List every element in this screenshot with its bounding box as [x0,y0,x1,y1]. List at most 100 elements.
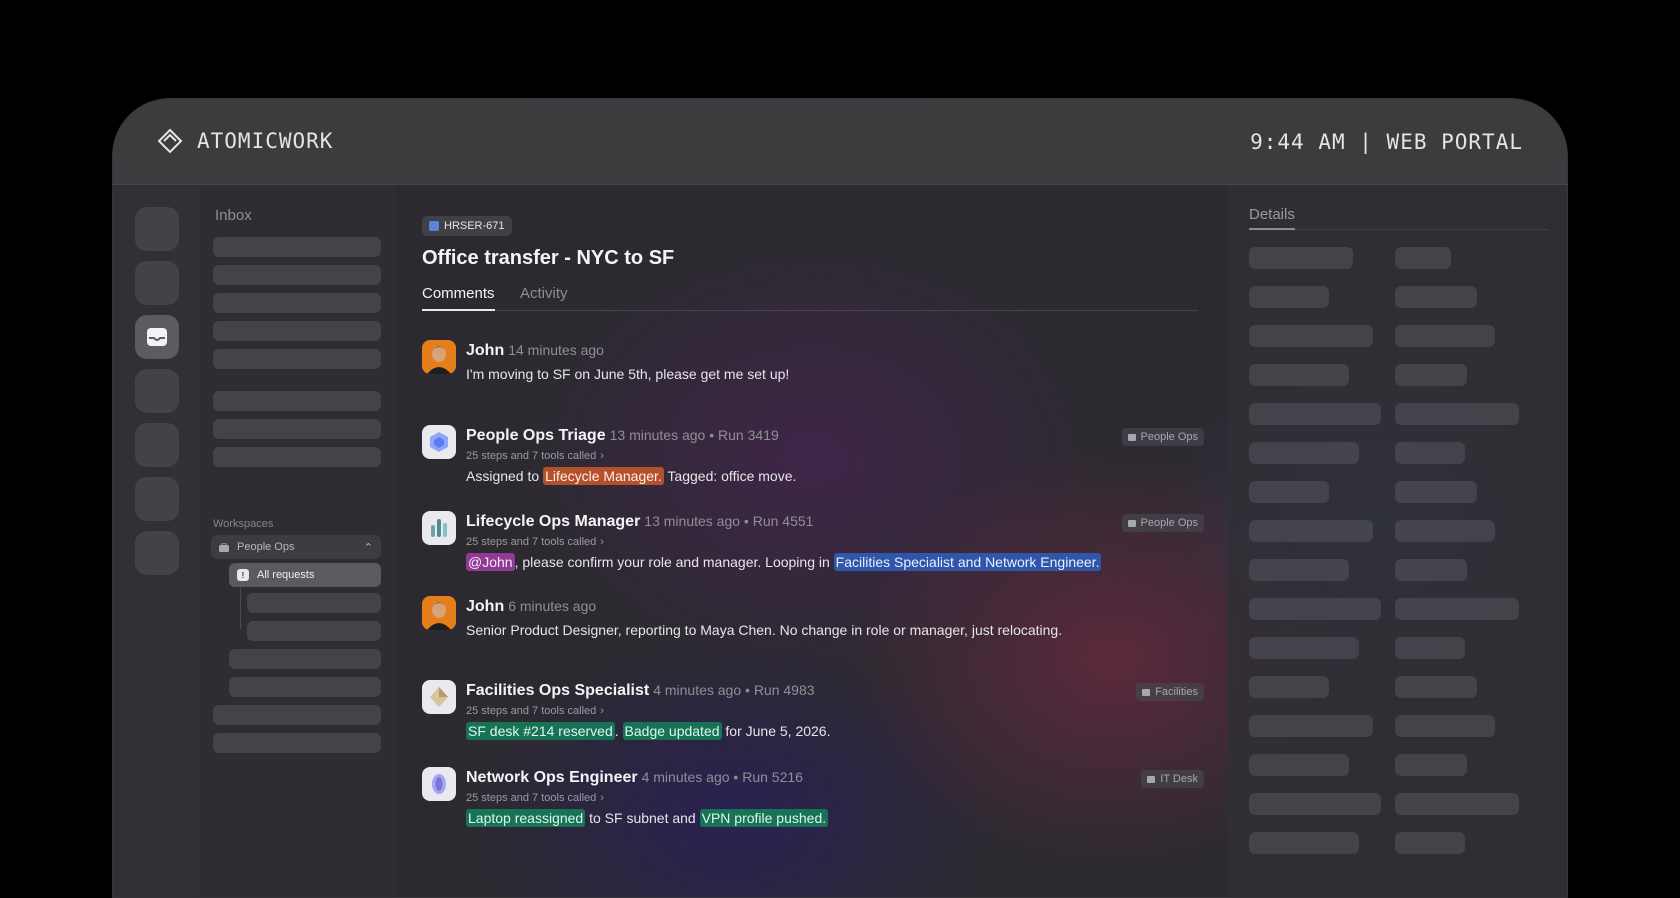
comment-text: @John, please confirm your role and mana… [466,552,1204,572]
briefcase-icon [1147,775,1156,783]
briefcase-icon [219,542,229,552]
agent-gem-icon [430,687,448,707]
details-placeholder-value[interactable] [1395,559,1467,581]
avatar-john[interactable] [422,340,456,374]
comment-author[interactable]: Lifecycle Ops Manager [466,513,640,530]
comment-author[interactable]: John [466,342,504,359]
tab-activity[interactable]: Activity [520,285,568,311]
comment-meta: 14 minutes ago [508,342,604,358]
details-placeholder-label [1249,403,1381,425]
avatar-people-ops-triage[interactable] [422,425,456,459]
inbox-placeholder-row[interactable] [247,621,381,641]
details-divider [1249,229,1549,230]
rail-button-2[interactable] [135,261,179,305]
briefcase-icon [1127,519,1136,527]
rail-button-5[interactable] [135,423,179,467]
comment-author[interactable]: Facilities Ops Specialist [466,682,649,699]
inbox-placeholder-row[interactable] [247,593,381,613]
mention-facilities-network[interactable]: Facilities Specialist and Network Engine… [833,553,1102,571]
chevron-up-icon[interactable]: ⌃ [364,541,373,554]
inbox-placeholder-row[interactable] [213,293,381,313]
details-placeholder-value[interactable] [1395,520,1495,542]
highlight-desk-reserved[interactable]: SF desk #214 reserved [466,722,615,740]
chevron-right-icon: › [600,536,604,548]
inbox-placeholder-row[interactable] [213,237,381,257]
inbox-placeholder-row[interactable] [213,391,381,411]
steps-toggle[interactable]: 25 steps and 7 tools called › [466,449,1204,463]
chevron-right-icon: › [600,450,604,462]
comment-text: Senior Product Designer, reporting to Ma… [466,622,1063,638]
inbox-placeholder-row[interactable] [213,349,381,369]
details-placeholder-value[interactable] [1395,598,1519,620]
inbox-placeholder-row[interactable] [229,649,381,669]
details-placeholder-value[interactable] [1395,403,1519,425]
details-placeholder-value[interactable] [1395,481,1477,503]
steps-toggle[interactable]: 25 steps and 7 tools called › [466,791,1204,805]
workspace-badge: People Ops [1121,428,1204,446]
inbox-placeholder-row[interactable] [229,677,381,697]
highlight-laptop-reassigned[interactable]: Laptop reassigned [466,809,586,827]
steps-toggle[interactable]: 25 steps and 7 tools called › [466,704,1204,718]
inbox-placeholder-row[interactable] [213,705,381,725]
details-placeholder-value[interactable] [1395,793,1519,815]
details-placeholder-value[interactable] [1395,286,1477,308]
comment-author[interactable]: People Ops Triage [466,427,606,444]
tab-comments[interactable]: Comments [422,285,495,311]
avatar-network-ops-engineer[interactable] [422,767,456,801]
ticket-id-chip[interactable]: HRSER-671 [422,216,512,236]
chevron-right-icon: › [600,792,604,804]
rail-button-inbox[interactable] [135,315,179,359]
details-placeholder-value[interactable] [1395,715,1495,737]
inbox-title: Inbox [215,207,252,224]
workspace-item-label: All requests [257,569,315,581]
inbox-placeholder-row[interactable] [213,733,381,753]
mention-lifecycle-manager[interactable]: Lifecycle Manager. [543,467,664,485]
atomicwork-logo-icon [157,128,183,154]
details-placeholder-value[interactable] [1395,247,1451,269]
comment-author[interactable]: John [466,598,504,615]
rail-button-1[interactable] [135,207,179,251]
details-placeholder-value[interactable] [1395,325,1495,347]
comment-author[interactable]: Network Ops Engineer [466,769,638,786]
details-placeholder-value[interactable] [1395,832,1465,854]
inbox-placeholder-row[interactable] [213,419,381,439]
mention-john[interactable]: @John [466,553,515,571]
workspace-item-all-requests[interactable]: ! All requests [229,563,381,587]
details-placeholder-value[interactable] [1395,676,1477,698]
avatar-john[interactable] [422,596,456,630]
top-bar: ATOMICWORK 9:44 AM | WEB PORTAL [113,99,1567,185]
details-placeholder-value[interactable] [1395,754,1467,776]
avatar-facilities-ops-specialist[interactable] [422,680,456,714]
rail-button-4[interactable] [135,369,179,413]
clock-portal-label: 9:44 AM | WEB PORTAL [1250,130,1523,154]
inbox-panel: Inbox Workspaces People Ops ⌃ ! All requ… [199,185,397,897]
text-span: to SF subnet and [585,810,700,826]
text-span: . [614,723,623,739]
details-placeholder-value[interactable] [1395,364,1467,386]
inbox-placeholder-row[interactable] [213,447,381,467]
brand[interactable]: ATOMICWORK [157,128,333,154]
details-title[interactable]: Details [1249,206,1295,230]
steps-toggle[interactable]: 25 steps and 7 tools called › [466,535,1204,549]
details-placeholder-value[interactable] [1395,442,1465,464]
comment-meta: 4 minutes ago • Run 5216 [641,769,803,785]
inbox-placeholder-row[interactable] [213,321,381,341]
rail-button-6[interactable] [135,477,179,521]
text-span: , please confirm your role and manager. … [514,554,834,570]
tree-connector [240,587,241,629]
details-placeholder-label [1249,832,1359,854]
details-placeholder-value[interactable] [1395,637,1465,659]
person-avatar-icon [427,346,451,374]
comment-text: I'm moving to SF on June 5th, please get… [466,366,790,382]
highlight-vpn-pushed[interactable]: VPN profile pushed. [699,809,829,827]
highlight-badge-updated[interactable]: Badge updated [622,722,722,740]
badge-label: Facilities [1155,686,1198,698]
details-placeholder-label [1249,286,1329,308]
badge-label: IT Desk [1160,773,1198,785]
badge-label: People Ops [1140,431,1198,443]
inbox-placeholder-row[interactable] [213,265,381,285]
rail-button-7[interactable] [135,531,179,575]
workspace-people-ops[interactable]: People Ops ⌃ [211,535,381,559]
badge-label: People Ops [1140,517,1198,529]
avatar-lifecycle-ops-manager[interactable] [422,511,456,545]
